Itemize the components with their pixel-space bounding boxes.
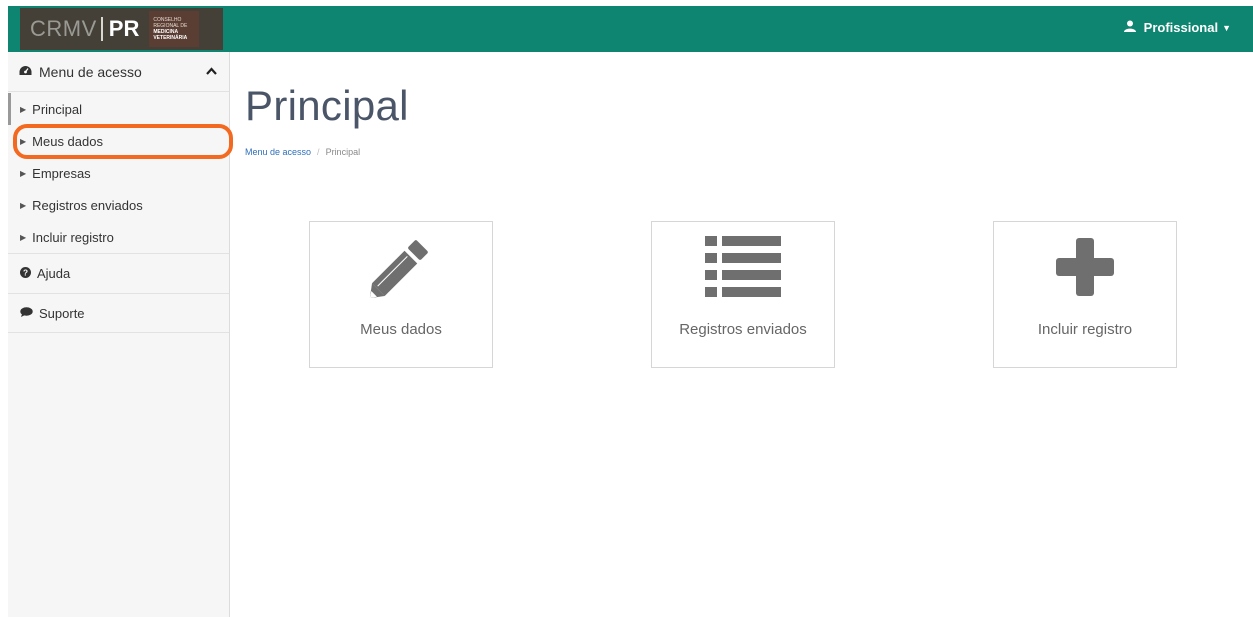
user-menu-label: Profissional [1143,20,1219,35]
sidebar-item-label: Principal [32,101,83,117]
logo-subtitle-line: VETERINÁRIA [153,35,188,41]
caret-right-icon: ▶ [20,232,27,242]
tile-label: Registros enviados [679,321,807,338]
tile-meus-dados[interactable]: Meus dados [309,221,493,368]
sidebar-item-label: Meus dados [32,133,103,149]
logo-separator [100,17,103,41]
sidebar-item-empresas[interactable]: ▶ Empresas [8,157,229,189]
logo-crmv-text: CRMV [30,16,97,41]
sidebar-item-registros-enviados[interactable]: ▶ Registros enviados [8,189,229,221]
window-left-border [0,0,8,617]
top-navbar: CRMV PR CONSELHO REGIONAL DE MEDICINA VE… [8,6,1253,52]
caret-right-icon: ▶ [20,168,27,178]
logo-state-text: PR [108,16,140,41]
sidebar-header-menu-de-acesso[interactable]: Menu de acesso [8,52,229,92]
caret-right-icon: ▶ [20,200,27,210]
breadcrumb-link-menu-de-acesso[interactable]: Menu de acesso [245,147,311,157]
breadcrumb: Menu de acesso / Principal [245,147,360,157]
question-circle-icon: ? [20,266,31,281]
sidebar-section-suporte[interactable]: Suporte [8,293,229,333]
svg-text:?: ? [23,268,28,277]
breadcrumb-separator: / [317,147,320,157]
sidebar-item-incluir-registro[interactable]: ▶ Incluir registro [8,221,229,253]
page-title: Principal [245,82,409,129]
sidebar-header-label: Menu de acesso [39,63,142,80]
caret-right-icon: ▶ [20,136,27,146]
tile-label: Incluir registro [1037,321,1133,338]
caret-right-icon: ▶ [20,104,27,114]
sidebar-menu-list: ▶ Principal ▶ Meus dados ▶ Empresas ▶ Re… [8,92,229,253]
plus-icon [994,232,1176,302]
chevron-up-icon[interactable] [206,66,217,78]
logo-subtitle: CONSELHO REGIONAL DE MEDICINA VETERINÁRI… [149,11,200,47]
list-icon [652,232,834,302]
breadcrumb-current: Principal [325,147,361,157]
tile-incluir-registro[interactable]: Incluir registro [993,221,1177,368]
sidebar-section-label: Suporte [39,305,85,321]
sidebar-item-label: Registros enviados [32,197,143,213]
user-menu-dropdown[interactable]: Profissional ▼ [1123,20,1231,35]
sidebar-item-label: Empresas [32,165,91,181]
comment-icon [20,306,33,320]
pencil-icon [310,232,492,302]
sidebar-section-ajuda[interactable]: ? Ajuda [8,253,229,293]
crmv-pr-logo[interactable]: CRMV PR CONSELHO REGIONAL DE MEDICINA VE… [20,8,223,50]
caret-down-icon: ▼ [1222,22,1231,33]
sidebar-item-principal[interactable]: ▶ Principal [8,93,229,125]
user-icon [1123,20,1136,35]
tile-label: Meus dados [360,321,442,338]
sidebar-item-meus-dados[interactable]: ▶ Meus dados [8,125,229,157]
tile-registros-enviados[interactable]: Registros enviados [651,221,835,368]
sidebar: Menu de acesso ▶ Principal ▶ Meus dados … [8,52,230,617]
dashboard-icon [19,65,32,79]
sidebar-section-label: Ajuda [37,266,71,281]
sidebar-item-label: Incluir registro [32,229,114,245]
